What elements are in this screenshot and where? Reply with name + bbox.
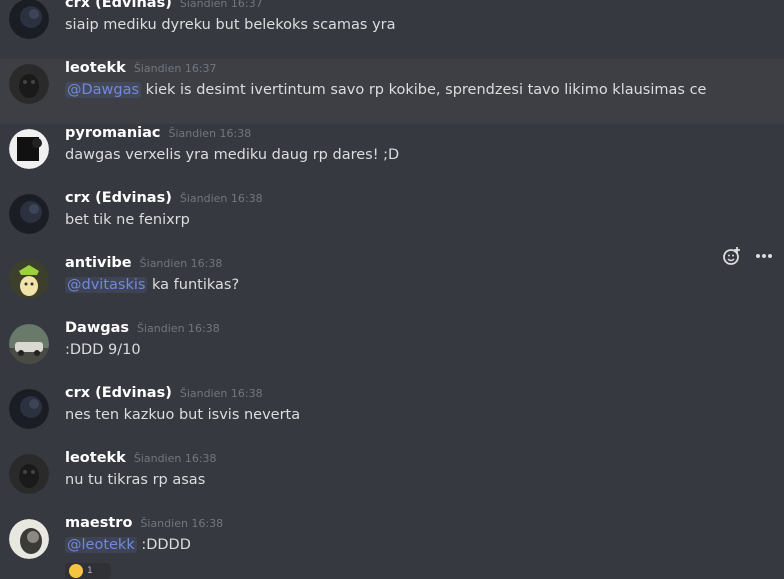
username[interactable]: maestro Šiandien 16:38 <box>65 515 223 531</box>
message-text: siaip mediku dyreku but belekoks scamas … <box>65 17 396 33</box>
message: pyromaniac Šiandien 16:38 dawgas verxelis… <box>0 124 784 189</box>
timestamp: Šiandien 16:37 <box>133 62 217 75</box>
timestamp: Šiandien 16:38 <box>133 452 217 465</box>
message-text: @leotekk :DDDD <box>65 537 191 553</box>
timestamp: Šiandien 16:38 <box>179 192 263 205</box>
reaction-count: 1 <box>87 566 93 576</box>
username[interactable]: crx (Edvinas) Šiandien 16:37 <box>65 0 263 11</box>
avatar[interactable] <box>9 389 49 429</box>
username[interactable]: leotekk Šiandien 16:37 <box>65 60 217 76</box>
avatar[interactable] <box>9 324 49 364</box>
message: Dawgas Šiandien 16:38 :DDD 9/10 <box>0 319 784 384</box>
user-mention[interactable]: @dvitaskis <box>65 277 148 293</box>
message-toolbar <box>716 237 780 275</box>
timestamp: Šiandien 16:38 <box>139 257 223 270</box>
timestamp: Šiandien 16:37 <box>179 0 263 10</box>
laughing-emoji-icon <box>69 564 83 578</box>
message: crx (Edvinas) Šiandien 16:37 siaip mediku… <box>0 0 784 59</box>
avatar[interactable] <box>9 259 49 299</box>
message-text: dawgas verxelis yra mediku daug rp dares… <box>65 147 400 163</box>
timestamp: Šiandien 16:38 <box>168 127 252 140</box>
timestamp: Šiandien 16:38 <box>179 387 263 400</box>
message-text: bet tik ne fenixrp <box>65 212 190 228</box>
username[interactable]: pyromaniac Šiandien 16:38 <box>65 125 251 141</box>
avatar[interactable] <box>9 519 49 559</box>
message: leotekk Šiandien 16:38 nu tu tikras rp as… <box>0 449 784 514</box>
message-text: :DDD 9/10 <box>65 342 141 358</box>
reaction-button[interactable]: 1 <box>65 563 111 579</box>
user-mention[interactable]: @Dawgas <box>65 82 142 98</box>
avatar[interactable] <box>9 0 49 39</box>
message: antivibe Šiandien 16:38 @dvitaskis ka fun… <box>0 254 784 319</box>
avatar[interactable] <box>9 194 49 234</box>
message: maestro Šiandien 16:38 @leotekk :DDDD <box>0 514 784 579</box>
message: crx (Edvinas) Šiandien 16:38 nes ten kazk… <box>0 384 784 449</box>
message-text: @Dawgas kiek is desimt ivertintum savo r… <box>65 82 707 98</box>
username[interactable]: leotekk Šiandien 16:38 <box>65 450 217 466</box>
add-reaction-icon[interactable] <box>720 244 744 268</box>
username[interactable]: antivibe Šiandien 16:38 <box>65 255 222 271</box>
username[interactable]: crx (Edvinas) Šiandien 16:38 <box>65 385 263 401</box>
avatar[interactable] <box>9 129 49 169</box>
message: leotekk Šiandien 16:37 @Dawgas kiek is de… <box>0 59 784 124</box>
message-text: nu tu tikras rp asas <box>65 472 206 488</box>
more-options-icon[interactable] <box>752 244 776 268</box>
username[interactable]: crx (Edvinas) Šiandien 16:38 <box>65 190 263 206</box>
user-mention[interactable]: @leotekk <box>65 537 137 553</box>
message: crx (Edvinas) Šiandien 16:38 bet tik ne f… <box>0 189 784 254</box>
timestamp: Šiandien 16:38 <box>137 322 220 335</box>
message-text: @dvitaskis ka funtikas? <box>65 277 240 293</box>
timestamp: Šiandien 16:38 <box>140 517 224 530</box>
avatar[interactable] <box>9 64 49 104</box>
username[interactable]: Dawgas Šiandien 16:38 <box>65 320 220 336</box>
avatar[interactable] <box>9 454 49 494</box>
message-text: nes ten kazkuo but isvis neverta <box>65 407 301 423</box>
